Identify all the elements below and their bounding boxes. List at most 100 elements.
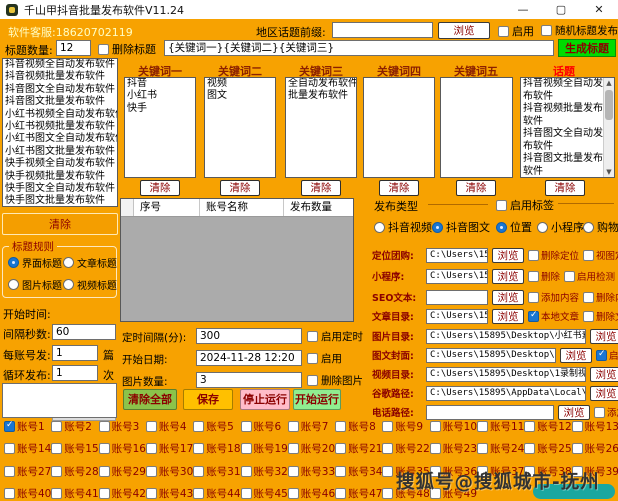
radio-douyin-video[interactable]: 抖音视频: [374, 219, 432, 235]
account-checkbox[interactable]: 账号12: [524, 419, 571, 434]
path-option-checkbox[interactable]: 删除定位: [528, 248, 579, 262]
close-button[interactable]: ✕: [580, 0, 618, 19]
loop-input[interactable]: 1: [52, 365, 98, 381]
enable-region-checkbox[interactable]: 启用: [498, 23, 534, 39]
path-option-checkbox[interactable]: 删除内容: [583, 290, 618, 304]
enable-region-box[interactable]: [498, 26, 509, 37]
path-input[interactable]: C:\Users\15895: [426, 248, 488, 263]
list-item[interactable]: 批量发布软件: [286, 90, 356, 102]
browse-button[interactable]: 浏览: [590, 329, 618, 344]
list-item[interactable]: 快手图文全自动发布软件: [3, 183, 117, 195]
account-checkbox[interactable]: 账号25: [524, 441, 571, 456]
account-checkbox[interactable]: 账号1: [4, 419, 45, 434]
path-option-checkbox[interactable]: 删除文章: [583, 309, 618, 323]
account-checkbox[interactable]: 账号43: [146, 486, 193, 501]
radio-miniprogram[interactable]: 小程序: [537, 219, 584, 235]
account-checkbox[interactable]: 账号11: [477, 419, 524, 434]
list-item[interactable]: 抖音图文批量发布软件: [521, 153, 604, 177]
title-template-input[interactable]: {关键词一}{关键词二}{关键词三}: [164, 40, 554, 56]
list-item[interactable]: 小红书: [125, 90, 195, 102]
path-input[interactable]: C:\Users\15895\Desktop\千山甲抖: [426, 348, 556, 363]
account-checkbox[interactable]: 账号32: [241, 464, 288, 479]
timer-interval-input[interactable]: 300: [196, 328, 302, 344]
clear-keyword5-button[interactable]: 清除: [456, 180, 496, 196]
log-textbox[interactable]: [2, 383, 117, 418]
browse-button[interactable]: 浏览: [590, 367, 618, 382]
region-topic-input[interactable]: [332, 22, 433, 38]
browse-button[interactable]: 浏览: [558, 405, 590, 420]
account-checkbox[interactable]: 账号23: [430, 441, 477, 456]
account-checkbox[interactable]: 账号21: [335, 441, 382, 456]
account-checkbox[interactable]: 账号34: [335, 464, 382, 479]
radio-douyin-imagetext[interactable]: 抖音图文: [432, 219, 490, 235]
path-input[interactable]: C:\Users\15895: [426, 269, 488, 284]
generated-title-listbox[interactable]: 抖音视频全自动发布软件抖音视频批量发布软件抖音图文全自动发布软件抖音图文批量发布…: [2, 58, 118, 207]
list-item[interactable]: 小红书视频全自动发布软件: [3, 109, 117, 121]
account-checkbox[interactable]: 账号18: [193, 441, 240, 456]
list-item[interactable]: 视频: [205, 78, 275, 90]
account-checkbox[interactable]: 账号6: [241, 419, 282, 434]
radio-video-title[interactable]: 视频标题: [63, 277, 117, 292]
account-checkbox[interactable]: 账号40: [4, 486, 51, 501]
delete-image-checkbox[interactable]: 删除图片: [307, 373, 363, 388]
path-option-checkbox[interactable]: 启用检测: [564, 269, 615, 283]
list-item[interactable]: 抖音视频批量发布软件: [3, 71, 117, 83]
list-item[interactable]: 图文: [205, 90, 275, 102]
list-item[interactable]: 小红书视频批量发布软件: [3, 121, 117, 133]
keyword5-listbox[interactable]: [440, 77, 513, 178]
path-input[interactable]: C:\Users\15895\Desktop\1录制视频: [426, 367, 586, 382]
account-checkbox[interactable]: 账号15: [51, 441, 98, 456]
list-item[interactable]: 全自动发布软件: [286, 78, 356, 90]
list-item[interactable]: 抖音图文全自动发布软件: [3, 84, 117, 96]
path-option-checkbox[interactable]: 删除: [528, 269, 560, 283]
path-option-checkbox[interactable]: 添加: [594, 405, 618, 419]
path-option-checkbox[interactable]: 启用: [596, 348, 618, 362]
list-item[interactable]: 小红书图文批量发布软件: [3, 146, 117, 158]
minimize-button[interactable]: —: [504, 0, 542, 19]
random-title-box[interactable]: [541, 25, 552, 36]
account-checkbox[interactable]: 账号16: [99, 441, 146, 456]
title-count-input[interactable]: 12: [56, 40, 91, 56]
delete-title-checkbox[interactable]: 删除标题: [98, 41, 156, 57]
clear-title-list-button[interactable]: 清除: [2, 213, 118, 235]
list-item[interactable]: 抖音视频批量发布软件: [521, 103, 604, 128]
account-checkbox[interactable]: 账号8: [335, 419, 376, 434]
list-item[interactable]: 快手: [125, 103, 195, 115]
path-input[interactable]: C:\Users\15895\: [426, 309, 488, 324]
keyword3-listbox[interactable]: 全自动发布软件批量发布软件: [285, 77, 357, 178]
path-option-checkbox[interactable]: 本地文章: [528, 309, 579, 323]
list-item[interactable]: 抖音视频全自动发布软件: [521, 78, 604, 103]
clear-keyword1-button[interactable]: 清除: [140, 180, 180, 196]
random-title-checkbox[interactable]: 随机标题发布: [541, 23, 618, 38]
list-item[interactable]: 抖音: [125, 78, 195, 90]
account-checkbox[interactable]: 账号27: [4, 464, 51, 479]
account-checkbox[interactable]: 账号45: [241, 486, 288, 501]
enable-timer-checkbox[interactable]: 启用定时: [307, 329, 363, 344]
account-checkbox[interactable]: 账号46: [288, 486, 335, 501]
browse-button[interactable]: 浏览: [560, 348, 592, 363]
path-option-checkbox[interactable]: 视图定位: [583, 248, 618, 262]
path-input[interactable]: C:\Users\15895\Desktop\小红书素材库\3视: [426, 329, 586, 344]
radio-cart[interactable]: 购物车: [583, 219, 618, 235]
account-checkbox[interactable]: 账号7: [288, 419, 329, 434]
clear-all-button[interactable]: 清除全部: [123, 389, 177, 410]
account-table[interactable]: 序号 账号名称 发布数量: [120, 198, 354, 322]
path-input[interactable]: [426, 290, 488, 305]
list-item[interactable]: 抖音图文全自动发布软件: [521, 128, 604, 153]
account-checkbox[interactable]: 账号24: [477, 441, 524, 456]
generate-title-button[interactable]: 生成标题: [558, 39, 616, 57]
maximize-button[interactable]: ▢: [542, 0, 580, 19]
topic-scrollbar[interactable]: ▲▼: [603, 78, 614, 177]
enable-tag-checkbox[interactable]: 启用标签: [496, 197, 554, 213]
account-checkbox[interactable]: 账号10: [430, 419, 477, 434]
account-checkbox[interactable]: 账号14: [4, 441, 51, 456]
account-checkbox[interactable]: 账号20: [288, 441, 335, 456]
account-checkbox[interactable]: 账号44: [193, 486, 240, 501]
delete-title-box[interactable]: [98, 44, 109, 55]
stop-run-button[interactable]: 停止运行: [240, 389, 290, 410]
path-input[interactable]: C:\Users\15895\AppData\Local\Google\Ch: [426, 386, 586, 401]
account-checkbox[interactable]: 账号4: [146, 419, 187, 434]
save-button[interactable]: 保存: [183, 389, 233, 410]
list-item[interactable]: 快手视频批量发布软件: [3, 171, 117, 183]
account-checkbox[interactable]: 账号31: [193, 464, 240, 479]
